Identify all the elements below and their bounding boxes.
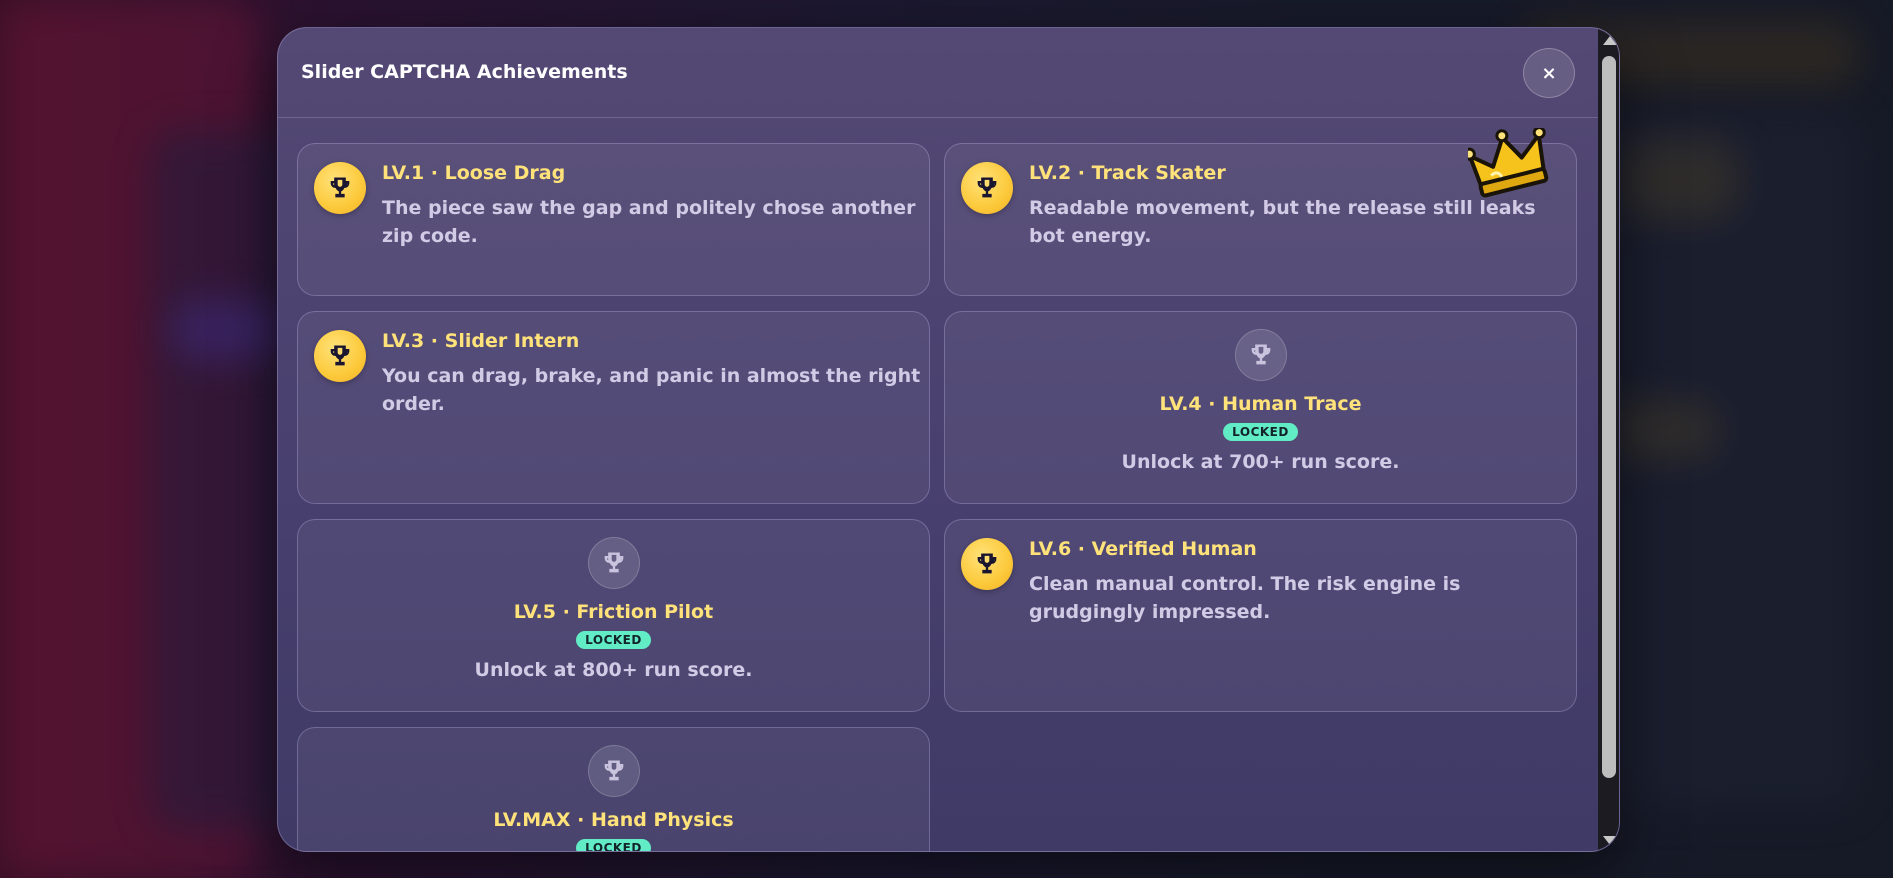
- crown-icon: [1468, 128, 1549, 198]
- achievement-description: Clean manual control. The risk engine is…: [1029, 573, 1461, 623]
- achievement-title: LV.5 · Friction Pilot: [513, 601, 714, 623]
- trophy-icon: [314, 162, 366, 214]
- trophy-icon: [587, 537, 640, 589]
- unlock-requirement: Unlock at 800+ run score.: [474, 659, 753, 681]
- trophy-icon: [314, 330, 366, 382]
- achievement-title: LV.6 · Verified Human: [1029, 538, 1257, 560]
- trophy-icon: [961, 162, 1013, 214]
- achievement-description: You can drag, brake, and panic in almost…: [382, 365, 921, 415]
- modal-header: Slider CAPTCHA Achievements ×: [278, 28, 1598, 118]
- achievement-card-lv5: LV.5 · Friction Pilot LOCKED Unlock at 8…: [297, 519, 930, 712]
- scroll-up-arrow-icon[interactable]: [1603, 36, 1617, 45]
- achievement-title: LV.1 · Loose Drag: [382, 162, 566, 184]
- scrollbar-thumb[interactable]: [1602, 56, 1616, 778]
- achievement-description: Readable movement, but the release still…: [1029, 197, 1536, 247]
- achievement-card-lv1: LV.1 · Loose Drag The piece saw the gap …: [297, 143, 930, 296]
- modal-title: Slider CAPTCHA Achievements: [301, 61, 628, 83]
- trophy-icon: [961, 538, 1013, 590]
- achievement-card-lv3: LV.3 · Slider Intern You can drag, brake…: [297, 311, 930, 504]
- locked-badge: LOCKED: [1223, 423, 1298, 441]
- unlock-requirement: Unlock at 700+ run score.: [1121, 451, 1400, 473]
- achievement-card-lv6: LV.6 · Verified Human Clean manual contr…: [944, 519, 1577, 712]
- close-button[interactable]: ×: [1523, 48, 1575, 98]
- achievement-title: LV.2 · Track Skater: [1029, 162, 1226, 184]
- scroll-down-arrow-icon[interactable]: [1603, 836, 1617, 845]
- trophy-icon: [1234, 329, 1287, 381]
- locked-badge: LOCKED: [576, 631, 651, 649]
- achievement-title: LV.4 · Human Trace: [1159, 393, 1362, 415]
- background-blur: [170, 300, 280, 360]
- achievement-title: LV.MAX · Hand Physics: [493, 809, 734, 831]
- locked-badge: LOCKED: [576, 839, 651, 851]
- achievement-card-lv4: LV.4 · Human Trace LOCKED Unlock at 700+…: [944, 311, 1577, 504]
- achievements-modal: Slider CAPTCHA Achievements × LV.1 · Loo…: [277, 27, 1620, 852]
- achievement-description: The piece saw the gap and politely chose…: [382, 197, 916, 247]
- achievement-card-lvmax: LV.MAX · Hand Physics LOCKED: [297, 727, 930, 851]
- modal-scrollbar[interactable]: [1598, 28, 1619, 851]
- achievement-title: LV.3 · Slider Intern: [382, 330, 580, 352]
- trophy-icon: [587, 745, 640, 797]
